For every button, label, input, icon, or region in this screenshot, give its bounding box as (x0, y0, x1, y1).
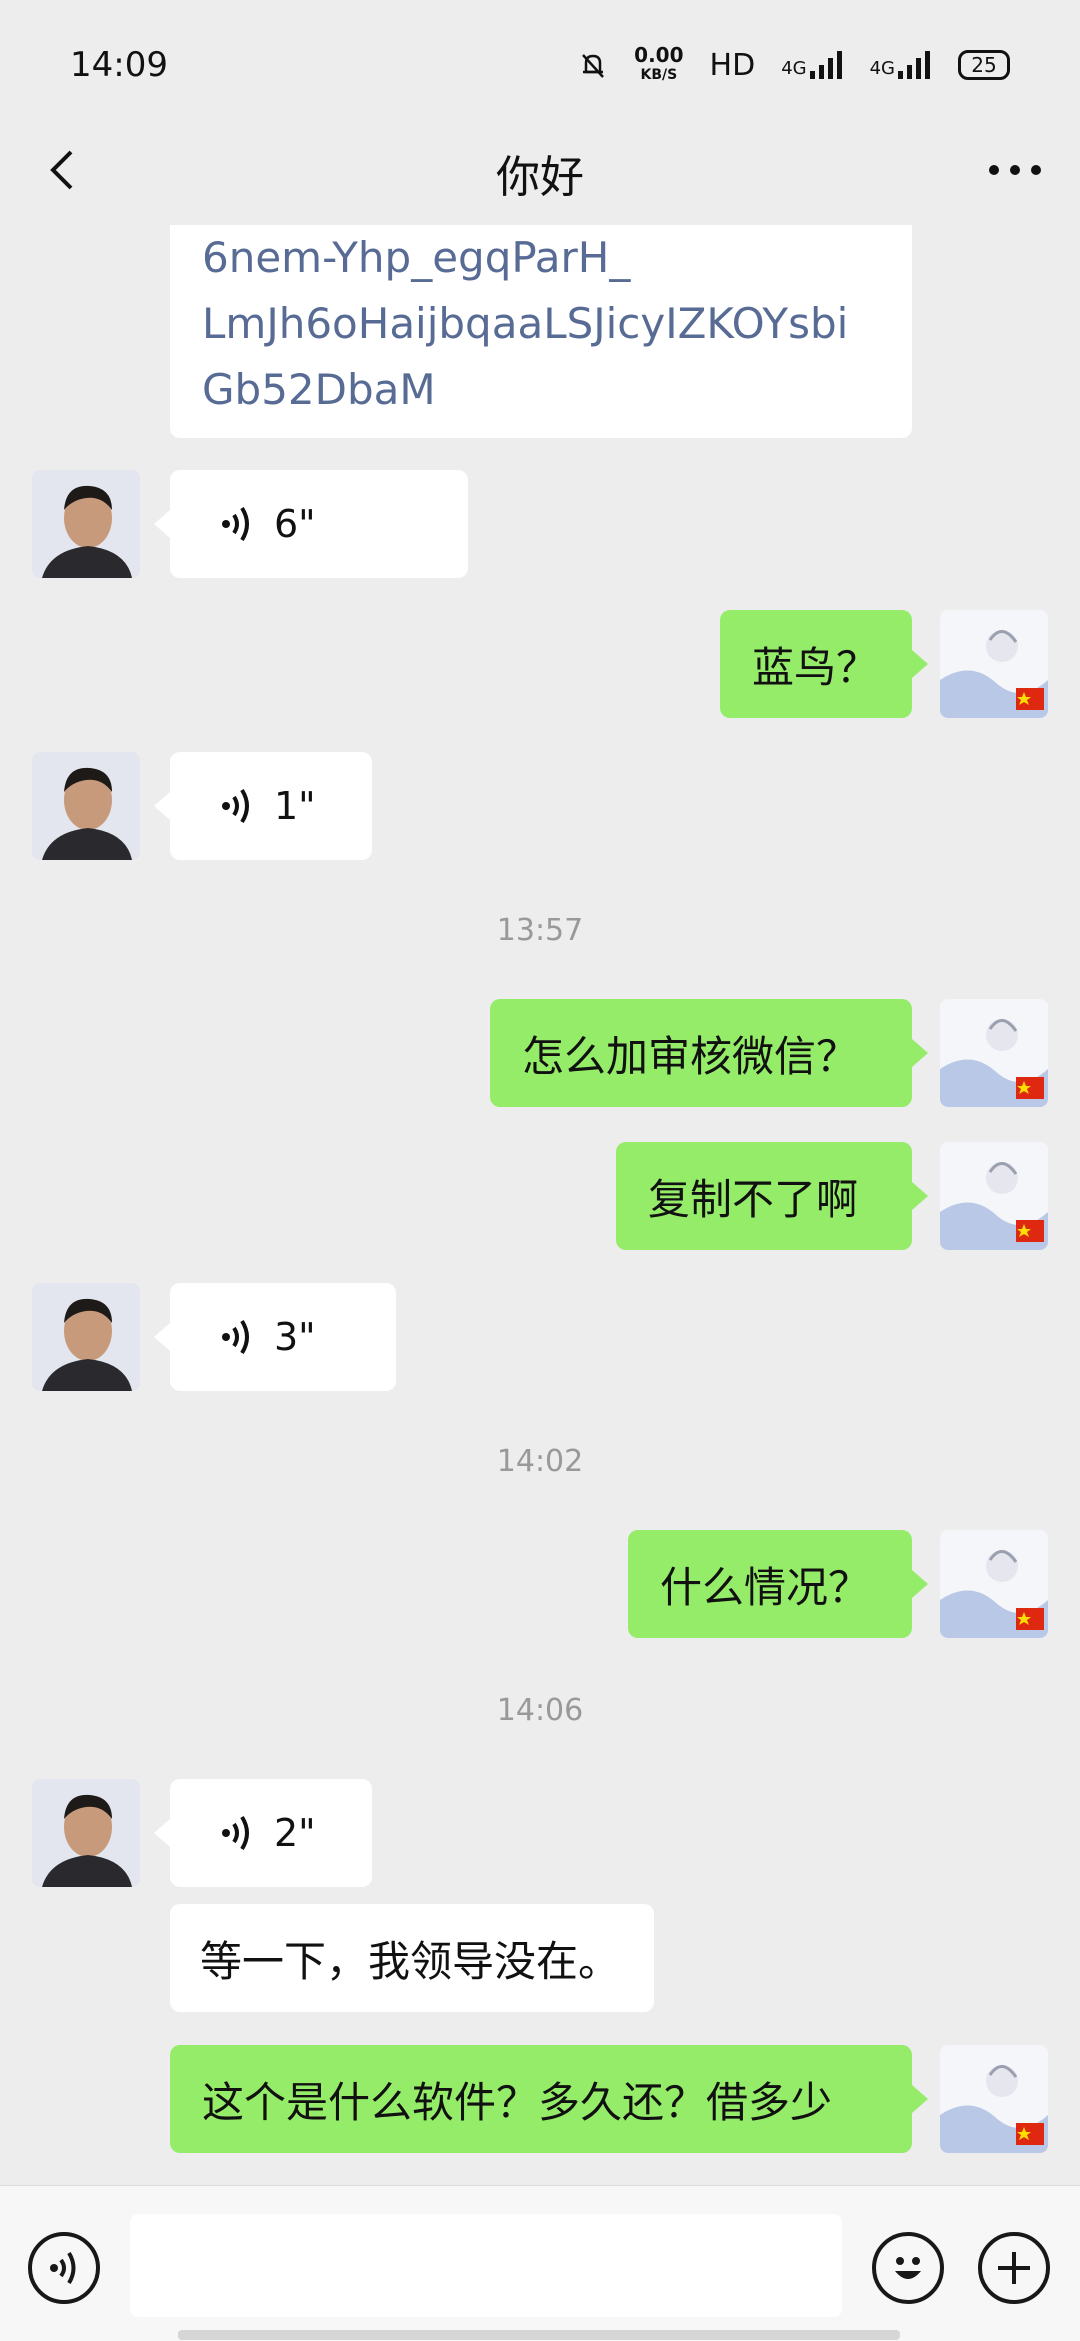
my-avatar[interactable] (940, 1530, 1048, 1638)
voice-message[interactable]: 2" (154, 1779, 372, 1887)
my-avatar-image (940, 1530, 1048, 1638)
chevron-left-icon (50, 150, 73, 190)
back-button[interactable] (35, 140, 95, 200)
more-button[interactable] (980, 140, 1050, 200)
timestamp: 14:02 (496, 1444, 584, 1479)
network-speed: 0.00 KB/S (634, 43, 684, 83)
sent-message[interactable]: 复制不了啊 (616, 1142, 928, 1250)
home-indicator (178, 2330, 900, 2340)
timestamp: 14:06 (496, 1693, 584, 1728)
voice-duration: 6" (274, 502, 316, 546)
message-text: 怎么加审核微信？ (522, 1031, 859, 1081)
voice-message[interactable]: 6" (154, 470, 468, 578)
signal-sim2: 4G (870, 51, 932, 79)
sent-message[interactable]: 蓝鸟？ (720, 610, 928, 718)
battery-icon: 25 (958, 50, 1010, 80)
link-line[interactable]: 6nem-Yhp_egqParH_ (202, 225, 880, 291)
link-line[interactable]: Gb52DbaM (202, 357, 880, 423)
my-avatar-image (940, 2045, 1048, 2153)
my-avatar-image (940, 610, 1048, 718)
emoji-icon (895, 2257, 921, 2279)
chat-header: 你好 (0, 120, 1080, 225)
mute-bell-icon (582, 54, 605, 78)
message-text: 等一下，我领导没在。 (200, 1936, 621, 1986)
status-indicators: 0.00 KB/S HD 4G 4G 25 (578, 45, 1010, 85)
message-text: 这个是什么软件？多久还？借多少 (202, 2077, 833, 2127)
my-avatar[interactable] (940, 610, 1048, 718)
voice-input-icon (50, 2251, 76, 2285)
signal-bars-icon (809, 51, 842, 79)
contact-avatar[interactable] (32, 470, 140, 578)
contact-avatar[interactable] (32, 1779, 140, 1887)
my-avatar[interactable] (940, 999, 1048, 1107)
message-input[interactable] (130, 2214, 842, 2317)
more-dots-icon (989, 165, 1041, 175)
voice-wave-icon (222, 788, 249, 824)
more-functions-button[interactable] (978, 2232, 1050, 2304)
message-text: 蓝鸟？ (752, 642, 879, 692)
sent-message[interactable]: 怎么加审核微信？ (490, 999, 928, 1107)
contact-avatar[interactable] (32, 752, 140, 860)
voice-wave-icon (222, 1815, 249, 1851)
contact-avatar-image (32, 1779, 140, 1887)
contact-avatar-image (32, 1283, 140, 1391)
input-bar (0, 2185, 1080, 2341)
message-list[interactable]: 6nem-Yhp_egqParH_ LmJh6oHaijbqaaLSJicyIZ… (0, 225, 1080, 2185)
chat-title: 你好 (496, 151, 584, 203)
sent-message[interactable]: 这个是什么软件？多久还？借多少 (170, 2045, 928, 2153)
signal-sim1: 4G (781, 51, 843, 79)
message-text: 复制不了啊 (648, 1174, 859, 1224)
link-message[interactable]: 6nem-Yhp_egqParH_ LmJh6oHaijbqaaLSJicyIZ… (170, 225, 912, 438)
voice-wave-icon (222, 1319, 249, 1355)
received-message[interactable]: 等一下，我领导没在。 (170, 1904, 654, 2012)
plus-icon (998, 2252, 1030, 2284)
status-bar: 14:09 0.00 KB/S HD 4G 4G 25 (0, 0, 1080, 130)
hd-badge: HD (709, 47, 756, 83)
message-text: 什么情况？ (660, 1562, 871, 1612)
contact-avatar[interactable] (32, 1283, 140, 1391)
voice-wave-icon (222, 506, 249, 542)
voice-duration: 2" (274, 1811, 316, 1855)
contact-avatar-image (32, 752, 140, 860)
my-avatar-image (940, 999, 1048, 1107)
voice-message[interactable]: 1" (154, 752, 372, 860)
voice-input-button[interactable] (28, 2232, 100, 2304)
my-avatar[interactable] (940, 1142, 1048, 1250)
link-line[interactable]: LmJh6oHaijbqaaLSJicyIZKOYsbi (202, 291, 880, 357)
my-avatar[interactable] (940, 2045, 1048, 2153)
sent-message[interactable]: 什么情况？ (628, 1530, 928, 1638)
contact-avatar-image (32, 470, 140, 578)
signal-bars-icon (898, 51, 930, 79)
voice-duration: 1" (274, 784, 316, 828)
my-avatar-image (940, 1142, 1048, 1250)
timestamp: 13:57 (496, 913, 584, 948)
emoji-button[interactable] (872, 2232, 944, 2304)
voice-duration: 3" (274, 1315, 316, 1359)
voice-message[interactable]: 3" (154, 1283, 396, 1391)
status-time: 14:09 (70, 45, 168, 85)
